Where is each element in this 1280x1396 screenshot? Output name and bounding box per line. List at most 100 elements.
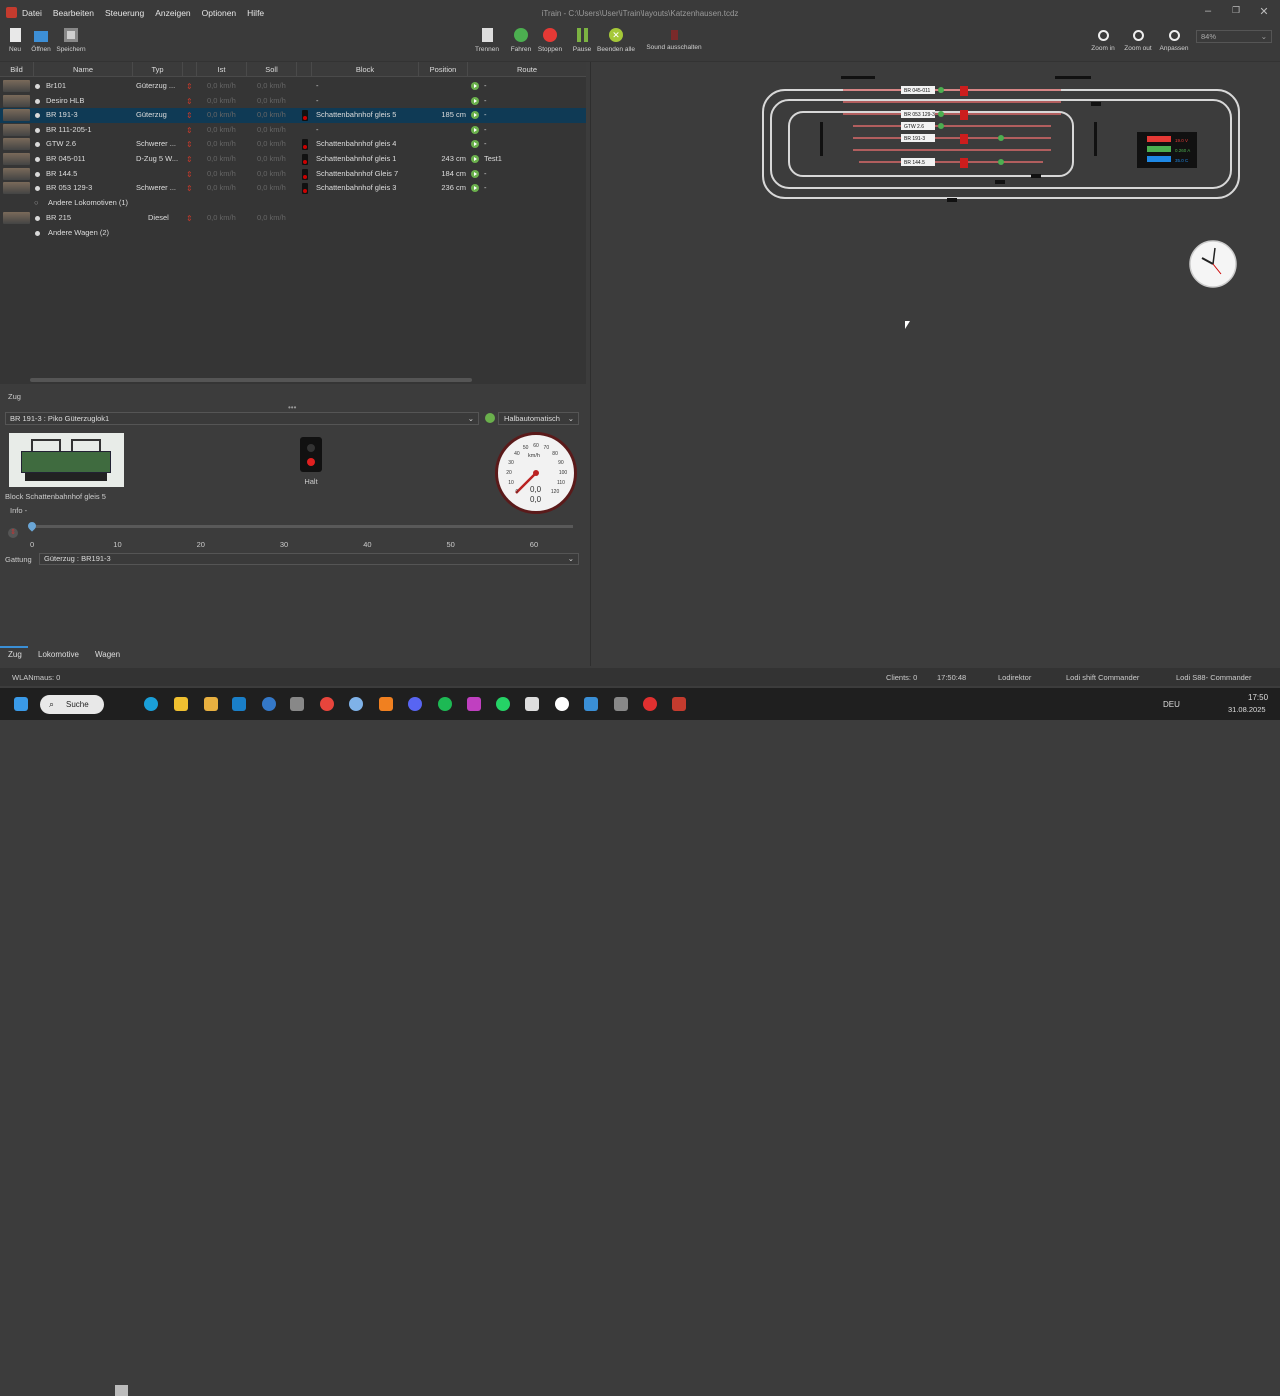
track-plan[interactable]: BR 045-011 BR 053 129-3 GTW 2.6 BR 191-3 BR … xyxy=(590,62,1280,666)
search-box[interactable]: ⌕ Suche xyxy=(40,695,104,714)
train-label[interactable]: BR 045-011 xyxy=(901,86,935,94)
direction-icon[interactable]: ⇕ xyxy=(186,214,193,223)
zoom-in-button[interactable]: Zoom in xyxy=(1090,28,1116,52)
zoom-select[interactable]: 84% ⌄ xyxy=(1196,30,1272,43)
clock-time[interactable]: 17:50 xyxy=(1248,693,1268,702)
gattung-select[interactable]: Güterzug : BR191-3 ⌄ xyxy=(39,553,579,565)
play-icon[interactable] xyxy=(471,111,479,120)
col-route[interactable]: Route xyxy=(468,62,586,77)
col-soll[interactable]: Soll xyxy=(247,62,297,77)
disconnect-button[interactable]: Trennen xyxy=(474,28,500,53)
stop-button[interactable]: Stoppen xyxy=(536,28,564,53)
tab-lokomotive[interactable]: Lokomotive xyxy=(38,650,79,659)
status-dot xyxy=(35,84,40,89)
chrome-icon[interactable] xyxy=(320,697,334,711)
signal-icon xyxy=(302,139,308,151)
explorer-icon[interactable] xyxy=(174,697,188,711)
store-icon[interactable] xyxy=(204,697,218,711)
tab-zug[interactable]: Zug xyxy=(8,650,22,659)
reverse-icon[interactable]: ⇕ xyxy=(8,528,18,538)
open-button[interactable]: Öffnen xyxy=(28,28,54,53)
table-row[interactable]: BR 144.5 ⇕ 0,0 km/h 0,0 km/h Schattenbahnhof… xyxy=(0,167,586,182)
fit-button[interactable]: Anpassen xyxy=(1158,28,1190,52)
col-name[interactable]: Name xyxy=(34,62,133,77)
play-icon[interactable] xyxy=(471,140,479,149)
tab-wagen[interactable]: Wagen xyxy=(95,650,120,659)
direction-icon[interactable]: ⇕ xyxy=(186,170,193,179)
table-row[interactable]: Br101 Güterzug ... ⇕ 0,0 km/h 0,0 km/h - - xyxy=(0,79,586,94)
speed-slider[interactable] xyxy=(32,525,573,528)
pause-button[interactable]: Pause xyxy=(570,28,594,53)
table-row[interactable]: BR 215 Diesel ⇕ 0,0 km/h 0,0 km/h xyxy=(0,211,586,226)
spotify-icon[interactable] xyxy=(438,697,452,711)
zoom-out-button[interactable]: Zoom out xyxy=(1122,28,1154,52)
table-row[interactable]: BR 053 129-3 Schwerer ... ⇕ 0,0 km/h 0,0 km/… xyxy=(0,181,586,196)
group-andere-lokomotiven[interactable]: ○ Andere Lokomotiven (1) xyxy=(0,196,586,211)
maximize-button[interactable]: ❐ xyxy=(1226,5,1246,16)
app-icon[interactable] xyxy=(525,697,539,711)
new-button[interactable]: Neu xyxy=(4,28,26,53)
group-andere-wagen[interactable]: Andere Wagen (2) xyxy=(0,226,586,241)
clock-date[interactable]: 31.08.2025 xyxy=(1228,705,1266,714)
app-icon[interactable] xyxy=(555,697,569,711)
drive-button[interactable]: Fahren xyxy=(508,28,534,53)
play-icon[interactable] xyxy=(471,96,479,105)
train-label[interactable]: BR 144.5 xyxy=(901,158,935,166)
close-button[interactable]: ✕ xyxy=(1254,5,1274,18)
vlc-icon[interactable] xyxy=(379,697,393,711)
col-signal[interactable] xyxy=(297,62,312,77)
start-icon[interactable] xyxy=(14,697,28,711)
mode-select[interactable]: Halbautomatisch ⌄ xyxy=(498,412,579,425)
play-icon[interactable] xyxy=(471,155,479,163)
app-icon[interactable] xyxy=(643,697,657,711)
table-row[interactable]: BR 191-3 Güterzug ⇕ 0,0 km/h 0,0 km/h Schatte… xyxy=(0,108,586,123)
play-icon[interactable] xyxy=(471,82,479,90)
minimize-button[interactable]: – xyxy=(1198,5,1218,17)
col-typ[interactable]: Typ xyxy=(133,62,183,77)
col-position[interactable]: Position xyxy=(419,62,468,77)
calculator-icon[interactable] xyxy=(290,697,304,711)
train-label[interactable]: GTW 2.6 xyxy=(901,122,935,130)
table-row[interactable]: Desiro HLB ⇕ 0,0 km/h 0,0 km/h - - xyxy=(0,94,586,109)
table-row[interactable]: GTW 2.6 Schwerer ... ⇕ 0,0 km/h 0,0 km/h Scha… xyxy=(0,137,586,152)
app-icon[interactable] xyxy=(614,697,628,711)
discord-icon[interactable] xyxy=(408,697,422,711)
train-select[interactable]: BR 191-3 : Piko Güterzuglok1 ⌄ xyxy=(5,412,479,425)
task-view-icon[interactable] xyxy=(115,1385,128,1396)
table-row[interactable]: BR 045-011 D-Zug 5 W... ⇕ 0,0 km/h 0,0 km/h S… xyxy=(0,152,586,167)
direction-icon[interactable]: ⇕ xyxy=(186,82,193,91)
col-dir[interactable] xyxy=(183,62,197,77)
direction-icon[interactable]: ⇕ xyxy=(186,111,193,120)
direction-icon[interactable]: ⇕ xyxy=(186,126,193,135)
col-ist[interactable]: Ist xyxy=(197,62,247,77)
whatsapp-icon[interactable] xyxy=(496,697,510,711)
app-icon[interactable] xyxy=(349,697,363,711)
title-bar: Datei Bearbeiten Steuerung Anzeigen Opti… xyxy=(0,0,1280,24)
train-label[interactable]: BR 191-3 xyxy=(901,134,935,142)
app-icon[interactable] xyxy=(262,697,276,711)
app-icon[interactable] xyxy=(584,697,598,711)
col-block[interactable]: Block xyxy=(312,62,419,77)
col-bild[interactable]: Bild xyxy=(0,62,34,77)
train-label[interactable]: BR 053 129-3 xyxy=(901,110,935,118)
save-button[interactable]: Speichern xyxy=(56,28,86,53)
direction-icon[interactable]: ⇕ xyxy=(186,140,193,149)
play-icon[interactable] xyxy=(471,184,479,193)
horizontal-scrollbar[interactable] xyxy=(30,378,472,382)
sound-off-button[interactable]: Sound ausschalten xyxy=(644,28,704,51)
play-icon[interactable] xyxy=(485,413,495,423)
edge-icon[interactable] xyxy=(144,697,158,711)
direction-icon[interactable]: ⇕ xyxy=(186,184,193,193)
language-indicator[interactable]: DEU xyxy=(1163,700,1180,709)
app-icon[interactable] xyxy=(467,697,481,711)
play-icon[interactable] xyxy=(471,125,479,134)
drag-handle[interactable]: ••• xyxy=(288,403,296,412)
app-icon[interactable] xyxy=(232,697,246,711)
direction-icon[interactable]: ⇕ xyxy=(186,155,193,164)
stop-all-button[interactable]: ✕ Beenden alle xyxy=(596,28,636,53)
chevron-down-icon: ⌄ xyxy=(467,414,474,423)
direction-icon[interactable]: ⇕ xyxy=(186,97,193,106)
play-icon[interactable] xyxy=(471,169,479,178)
itrain-taskbar-icon[interactable] xyxy=(672,697,686,711)
table-row[interactable]: BR 111-205-1 ⇕ 0,0 km/h 0,0 km/h - - xyxy=(0,123,586,138)
